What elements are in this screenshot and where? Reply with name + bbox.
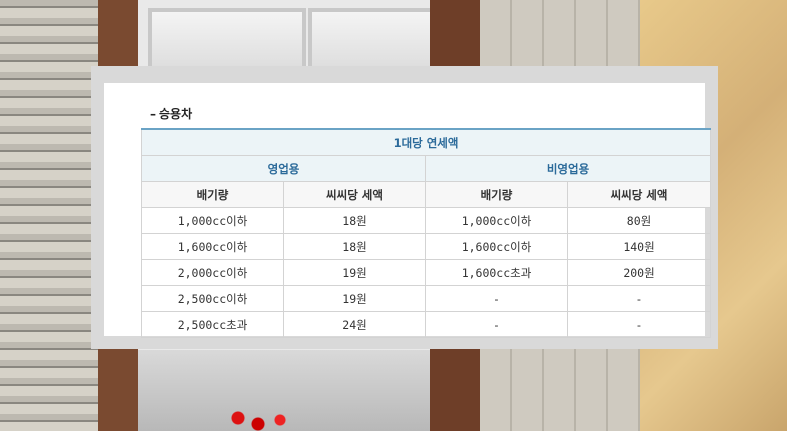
- section-title: – 승용차: [150, 105, 192, 122]
- col-displacement-business: 배기량: [141, 181, 284, 208]
- cell-tax-nonbusiness: 200원: [566, 259, 712, 286]
- left-shutter: [0, 0, 100, 431]
- table-row: 2,500cc초과 24원 - -: [141, 311, 712, 338]
- cell-displacement-business: 2,000cc이하: [141, 259, 284, 286]
- table-row: 2,000cc이하 19원 1,600cc초과 200원: [141, 259, 712, 286]
- col-displacement-nonbusiness: 배기량: [425, 181, 568, 208]
- table-row: 1,000cc이하 18원 1,000cc이하 80원: [141, 207, 712, 234]
- cell-tax-business: 18원: [283, 233, 426, 260]
- cell-tax-business: 24원: [283, 311, 426, 338]
- cell-displacement-business: 1,000cc이하: [141, 207, 284, 234]
- tax-table: 1대당 연세액 영업용 비영업용 배기량 씨씨당 세액 배기량 씨씨당 세액 1…: [140, 128, 712, 338]
- header-business: 영업용: [141, 155, 426, 182]
- cell-tax-nonbusiness: 80원: [566, 207, 712, 234]
- section-title-text: 승용차: [159, 107, 193, 121]
- table-row: 2,500cc이하 19원 - -: [141, 285, 712, 312]
- window-lower: [138, 350, 478, 431]
- red-flowers: [228, 410, 308, 431]
- cell-tax-nonbusiness: 140원: [566, 233, 712, 260]
- section-dash: –: [150, 107, 156, 121]
- cell-displacement-business: 2,500cc이하: [141, 285, 284, 312]
- header-annual-tax: 1대당 연세액: [140, 128, 712, 156]
- cell-tax-business: 18원: [283, 207, 426, 234]
- header-nonbusiness: 비영업용: [424, 155, 712, 182]
- cell-displacement-nonbusiness: 1,600cc이하: [425, 233, 568, 260]
- cell-tax-business: 19원: [283, 259, 426, 286]
- cell-tax-nonbusiness: -: [566, 285, 712, 312]
- table-row: 1,600cc이하 18원 1,600cc이하 140원: [141, 233, 712, 260]
- cell-displacement-nonbusiness: 1,000cc이하: [425, 207, 568, 234]
- cell-tax-nonbusiness: -: [566, 311, 712, 338]
- cell-displacement-nonbusiness: -: [425, 285, 568, 312]
- cell-displacement-business: 1,600cc이하: [141, 233, 284, 260]
- tax-panel: – 승용차 1대당 연세액 영업용 비영업용 배기량 씨씨당 세액 배기량 씨씨당…: [91, 66, 718, 349]
- tax-panel-content: – 승용차 1대당 연세액 영업용 비영업용 배기량 씨씨당 세액 배기량 씨씨당…: [104, 83, 712, 338]
- col-tax-business: 씨씨당 세액: [283, 181, 426, 208]
- col-tax-nonbusiness: 씨씨당 세액: [566, 181, 712, 208]
- cell-tax-business: 19원: [283, 285, 426, 312]
- cell-displacement-nonbusiness: 1,600cc초과: [425, 259, 568, 286]
- cell-displacement-business: 2,500cc초과: [141, 311, 284, 338]
- cell-displacement-nonbusiness: -: [425, 311, 568, 338]
